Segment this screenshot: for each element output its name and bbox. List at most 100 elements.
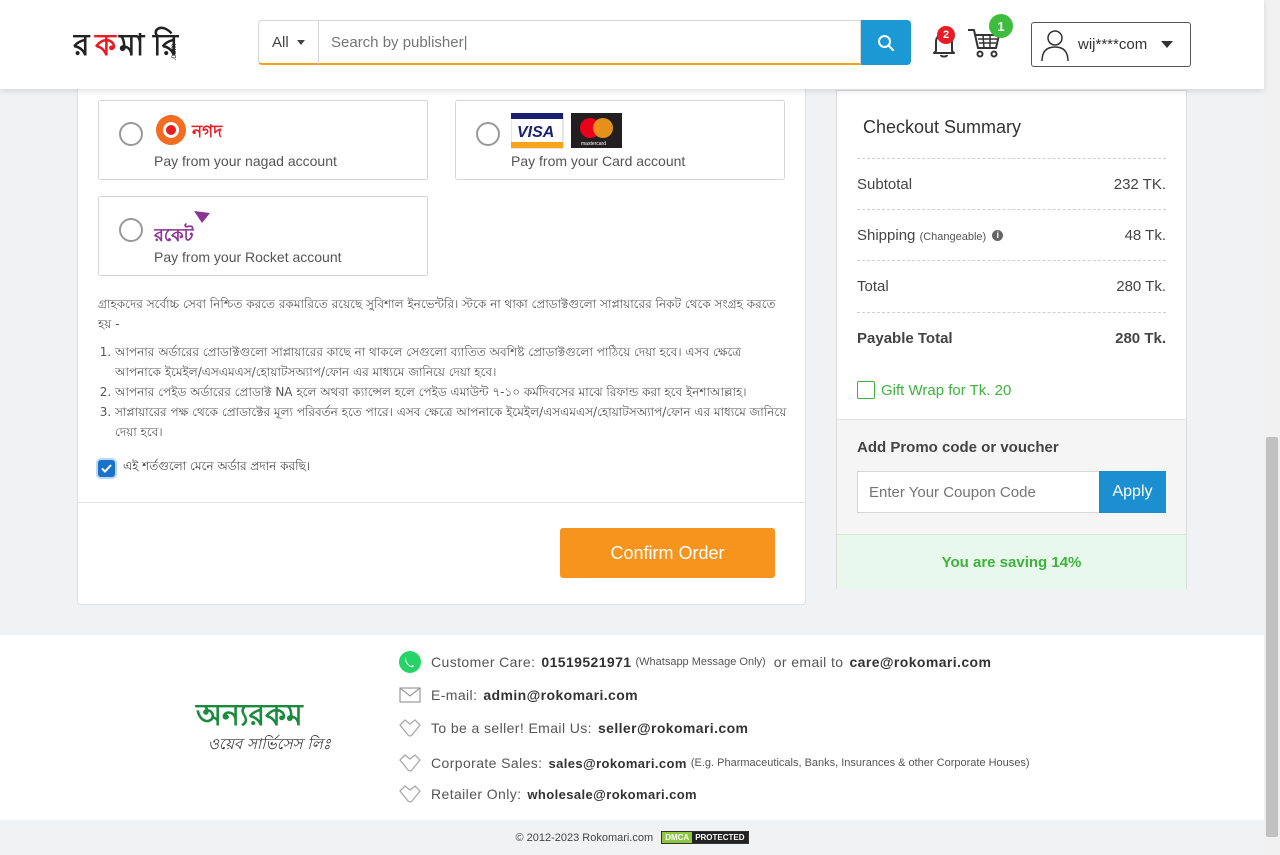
rocket-option-label: Pay from your Rocket account — [154, 249, 342, 265]
gift-wrap-label: Gift Wrap for Tk. 20 — [881, 381, 1012, 399]
payable-total-row: Payable Total 280 Tk. — [857, 312, 1166, 363]
handshake-icon — [398, 751, 422, 775]
shipping-note: (Changeable) — [919, 230, 987, 243]
info-icon[interactable]: i — [992, 230, 1004, 242]
copyright-text: © 2012-2023 Rokomari.com — [515, 831, 654, 844]
dmca-protected-label: PROTECTED — [692, 832, 748, 843]
rocket-logo: রকেট — [154, 211, 210, 245]
total-value: 280 Tk. — [1116, 277, 1166, 295]
svg-text:ক: ক — [94, 28, 117, 63]
handshake-icon — [398, 782, 422, 806]
nagad-radio[interactable] — [119, 122, 143, 146]
gift-wrap-option[interactable]: Gift Wrap for Tk. 20 — [857, 381, 1011, 399]
corp-label: Corporate Sales: — [431, 755, 543, 771]
copyright-bar: © 2012-2023 Rokomari.com DMCA PROTECTED — [0, 820, 1264, 855]
corporate-row: Corporate Sales: sales@rokomari.com (E.g… — [398, 751, 1030, 775]
rocket-radio[interactable] — [119, 218, 143, 242]
card-option-label: Pay from your Card account — [511, 153, 686, 169]
care-label: Customer Care: — [431, 654, 536, 670]
rokomari-logo[interactable]: র ক মা রি .com — [72, 21, 183, 65]
brand-main: অন্যরকম — [196, 698, 303, 733]
search-icon — [878, 34, 895, 51]
apply-coupon-button[interactable]: Apply — [1099, 471, 1166, 513]
payment-option-rocket[interactable]: রকেট Pay from your Rocket account — [98, 196, 428, 276]
top-header: র ক মা রি .com All 2 1 — [0, 0, 1264, 89]
envelope-icon — [398, 683, 422, 707]
shipping-label: Shipping — [857, 226, 916, 244]
care-phone[interactable]: 01519521971 — [541, 654, 631, 670]
payment-panel: নগদ Pay from your nagad account VISA mas… — [77, 80, 806, 605]
chevron-down-icon — [296, 39, 305, 45]
dmca-label: DMCA — [662, 832, 693, 843]
user-menu-button[interactable]: wij****com — [1031, 22, 1191, 67]
brand-sub: ওয়েব সার্ভিসেস লিঃ — [208, 735, 331, 753]
agree-terms-row[interactable]: এই শর্তগুলো মেনে অর্ডার প্রদান করছি। — [98, 458, 310, 478]
handshake-icon — [398, 716, 422, 740]
user-name: wij****com — [1078, 36, 1148, 53]
total-row: Total 280 Tk. — [857, 260, 1166, 311]
payable-label: Payable Total — [857, 329, 953, 347]
email-label: E-mail: — [431, 687, 478, 703]
total-label: Total — [857, 277, 889, 295]
search-bar: All — [258, 20, 911, 65]
svg-text:র: র — [73, 28, 91, 63]
notification-badge: 2 — [937, 26, 955, 44]
user-avatar-icon — [1041, 29, 1069, 61]
email-value[interactable]: admin@rokomari.com — [483, 687, 638, 703]
coupon-code-input[interactable] — [857, 471, 1100, 513]
scrollbar-thumb[interactable] — [1266, 437, 1278, 837]
terms-item: আপনার পেইড অর্ডারের প্রোডাক্ট NA হলে অথব… — [115, 382, 788, 402]
divider — [78, 502, 805, 503]
onnorokom-logo[interactable]: অন্যরকম ওয়েব সার্ভিসেস লিঃ — [196, 699, 331, 758]
checkmark-icon — [101, 463, 112, 473]
agree-checkbox[interactable] — [98, 459, 115, 477]
terms-intro: গ্রাহকদের সর্বোচ্চ সেবা নিশ্চিত করতে রকম… — [98, 297, 776, 331]
svg-text:নগদ: নগদ — [191, 122, 223, 142]
chevron-down-icon — [1161, 41, 1174, 48]
dmca-badge[interactable]: DMCA PROTECTED — [661, 831, 749, 844]
care-email[interactable]: care@rokomari.com — [849, 654, 991, 670]
shipping-value: 48 Tk. — [1124, 226, 1166, 244]
whatsapp-icon — [398, 650, 422, 674]
checkout-summary: Checkout Summary Subtotal 232 TK. Shippi… — [836, 90, 1187, 589]
corp-note: (E.g. Pharmaceuticals, Banks, Insurances… — [690, 757, 1030, 769]
subtotal-value: 232 TK. — [1113, 175, 1166, 193]
care-or: or email to — [773, 654, 844, 670]
gift-wrap-checkbox[interactable] — [857, 381, 875, 399]
subtotal-label: Subtotal — [857, 175, 913, 193]
terms-item: সাপ্লায়ারের পক্ষ থেকে প্রোডাক্টের মূল্য… — [115, 402, 788, 442]
seller-label: To be a seller! Email Us: — [431, 720, 592, 736]
saving-banner: You are saving 14% — [837, 534, 1186, 589]
payable-value: 280 Tk. — [1115, 329, 1166, 347]
summary-title: Checkout Summary — [863, 117, 1022, 137]
search-category-select[interactable]: All — [258, 20, 318, 65]
card-radio[interactable] — [476, 122, 500, 146]
search-input[interactable] — [318, 20, 861, 65]
care-note: (Whatsapp Message Only) — [635, 656, 766, 668]
retail-label: Retailer Only: — [431, 786, 522, 802]
confirm-order-button[interactable]: Confirm Order — [560, 528, 775, 578]
terms-text: গ্রাহকদের সর্বোচ্চ সেবা নিশ্চিত করতে রকম… — [98, 294, 788, 442]
svg-text:mastercard: mastercard — [581, 141, 606, 147]
svg-text:রকেট: রকেট — [154, 223, 195, 245]
corp-value[interactable]: sales@rokomari.com — [548, 756, 686, 771]
seller-row: To be a seller! Email Us: seller@rokomar… — [398, 716, 748, 740]
search-button[interactable] — [861, 20, 911, 65]
promo-title: Add Promo code or voucher — [857, 439, 1059, 456]
nagad-logo: নগদ — [156, 115, 223, 145]
search-category-label: All — [272, 33, 289, 51]
retailer-row: Retailer Only: wholesale@rokomari.com — [398, 782, 697, 806]
svg-text:VISA: VISA — [517, 124, 554, 141]
terms-list: আপনার অর্ডারের প্রোডাক্টগুলো সাপ্লায়ারে… — [115, 342, 788, 442]
subtotal-row: Subtotal 232 TK. — [857, 158, 1166, 209]
payment-option-nagad[interactable]: নগদ Pay from your nagad account — [98, 100, 428, 180]
terms-item: আপনার অর্ডারের প্রোডাক্টগুলো সাপ্লায়ারে… — [115, 342, 788, 382]
retail-value[interactable]: wholesale@rokomari.com — [527, 787, 697, 802]
agree-label: এই শর্তগুলো মেনে অর্ডার প্রদান করছি। — [123, 459, 311, 473]
seller-value[interactable]: seller@rokomari.com — [598, 720, 748, 736]
footer: অন্যরকম ওয়েব সার্ভিসেস লিঃ Customer Car… — [0, 635, 1264, 820]
svg-text:মা: মা — [118, 28, 146, 63]
payment-option-card[interactable]: VISA mastercard Pay from your Card accou… — [455, 100, 785, 180]
svg-text:.com: .com — [169, 43, 178, 61]
shipping-row: Shipping (Changeable) i 48 Tk. — [857, 209, 1166, 260]
